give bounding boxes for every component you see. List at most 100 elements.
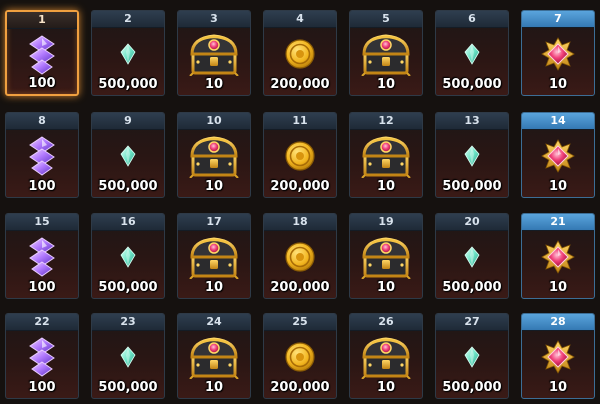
crystal-shard-icon (6, 234, 78, 280)
reward-day-26-tile[interactable]: 26 10 (349, 313, 423, 399)
gold-coin-icon (264, 133, 336, 179)
reward-amount: 10 (548, 280, 568, 295)
reward-amount: 100 (28, 380, 56, 395)
day-number: 7 (522, 11, 594, 28)
ruby-star-icon (522, 234, 594, 280)
reward-day-1-tile[interactable]: 1 100 (5, 10, 79, 96)
day-number: 18 (264, 214, 336, 231)
reward-day-19-tile[interactable]: 19 10 (349, 213, 423, 299)
reward-amount: 10 (548, 179, 568, 194)
reward-amount: 200,000 (270, 77, 330, 92)
reward-day-6-tile[interactable]: 6 500,000 (435, 10, 509, 96)
gem-icon (436, 31, 508, 77)
reward-day-9-tile[interactable]: 9 500,000 (91, 112, 165, 198)
reward-day-13-tile[interactable]: 13 500,000 (435, 112, 509, 198)
day-number: 9 (92, 113, 164, 130)
day-number: 4 (264, 11, 336, 28)
day-number: 11 (264, 113, 336, 130)
gold-coin-icon (264, 334, 336, 380)
reward-amount: 500,000 (98, 77, 158, 92)
day-number: 8 (6, 113, 78, 130)
day-number: 5 (350, 11, 422, 28)
day-number: 27 (436, 314, 508, 331)
reward-day-23-tile[interactable]: 23 500,000 (91, 313, 165, 399)
crystal-shard-icon (6, 334, 78, 380)
reward-day-28-tile[interactable]: 28 10 (521, 313, 595, 399)
reward-day-20-tile[interactable]: 20 500,000 (435, 213, 509, 299)
reward-day-14-tile[interactable]: 14 10 (521, 112, 595, 198)
reward-amount: 10 (548, 380, 568, 395)
reward-day-22-tile[interactable]: 22 100 (5, 313, 79, 399)
reward-amount: 500,000 (442, 380, 502, 395)
rewards-grid: 1 100 2 500,000 3 10 4 200,000 5 10 6 500,000 7 10 8 10… (0, 0, 600, 404)
day-number: 3 (178, 11, 250, 28)
gem-icon (436, 234, 508, 280)
reward-amount: 200,000 (270, 179, 330, 194)
reward-amount: 500,000 (442, 280, 502, 295)
reward-day-3-tile[interactable]: 3 10 (177, 10, 251, 96)
reward-amount: 10 (204, 179, 224, 194)
reward-amount: 10 (376, 179, 396, 194)
day-number: 26 (350, 314, 422, 331)
day-number: 16 (92, 214, 164, 231)
ruby-star-icon (522, 334, 594, 380)
day-number: 21 (522, 214, 594, 231)
treasure-chest-icon (178, 31, 250, 77)
gold-coin-icon (264, 31, 336, 77)
reward-amount: 10 (376, 77, 396, 92)
day-number: 20 (436, 214, 508, 231)
reward-day-12-tile[interactable]: 12 10 (349, 112, 423, 198)
day-number: 19 (350, 214, 422, 231)
day-number: 6 (436, 11, 508, 28)
reward-amount: 10 (204, 380, 224, 395)
treasure-chest-icon (350, 133, 422, 179)
reward-day-5-tile[interactable]: 5 10 (349, 10, 423, 96)
reward-amount: 200,000 (270, 280, 330, 295)
reward-day-15-tile[interactable]: 15 100 (5, 213, 79, 299)
day-number: 13 (436, 113, 508, 130)
treasure-chest-icon (178, 133, 250, 179)
day-number: 10 (178, 113, 250, 130)
treasure-chest-icon (178, 334, 250, 380)
crystal-shard-icon (7, 32, 77, 78)
treasure-chest-icon (350, 31, 422, 77)
reward-amount: 10 (204, 280, 224, 295)
reward-amount: 100 (28, 179, 56, 194)
day-number: 24 (178, 314, 250, 331)
gem-icon (436, 133, 508, 179)
reward-day-21-tile[interactable]: 21 10 (521, 213, 595, 299)
reward-day-24-tile[interactable]: 24 10 (177, 313, 251, 399)
day-number: 15 (6, 214, 78, 231)
reward-amount: 10 (376, 280, 396, 295)
treasure-chest-icon (178, 234, 250, 280)
day-number: 1 (7, 12, 77, 29)
reward-day-2-tile[interactable]: 2 500,000 (91, 10, 165, 96)
day-number: 14 (522, 113, 594, 130)
day-number: 2 (92, 11, 164, 28)
reward-amount: 200,000 (270, 380, 330, 395)
reward-day-8-tile[interactable]: 8 100 (5, 112, 79, 198)
day-number: 22 (6, 314, 78, 331)
reward-day-7-tile[interactable]: 7 10 (521, 10, 595, 96)
reward-day-10-tile[interactable]: 10 10 (177, 112, 251, 198)
reward-day-11-tile[interactable]: 11 200,000 (263, 112, 337, 198)
day-number: 25 (264, 314, 336, 331)
reward-amount: 500,000 (98, 179, 158, 194)
reward-day-17-tile[interactable]: 17 10 (177, 213, 251, 299)
reward-day-16-tile[interactable]: 16 500,000 (91, 213, 165, 299)
reward-amount: 10 (376, 380, 396, 395)
gem-icon (92, 31, 164, 77)
reward-amount: 500,000 (442, 77, 502, 92)
reward-day-27-tile[interactable]: 27 500,000 (435, 313, 509, 399)
reward-amount: 500,000 (98, 280, 158, 295)
reward-amount: 10 (548, 77, 568, 92)
reward-day-18-tile[interactable]: 18 200,000 (263, 213, 337, 299)
reward-amount: 500,000 (442, 179, 502, 194)
treasure-chest-icon (350, 234, 422, 280)
gem-icon (92, 133, 164, 179)
ruby-star-icon (522, 133, 594, 179)
reward-day-25-tile[interactable]: 25 200,000 (263, 313, 337, 399)
day-number: 12 (350, 113, 422, 130)
reward-day-4-tile[interactable]: 4 200,000 (263, 10, 337, 96)
gem-icon (436, 334, 508, 380)
